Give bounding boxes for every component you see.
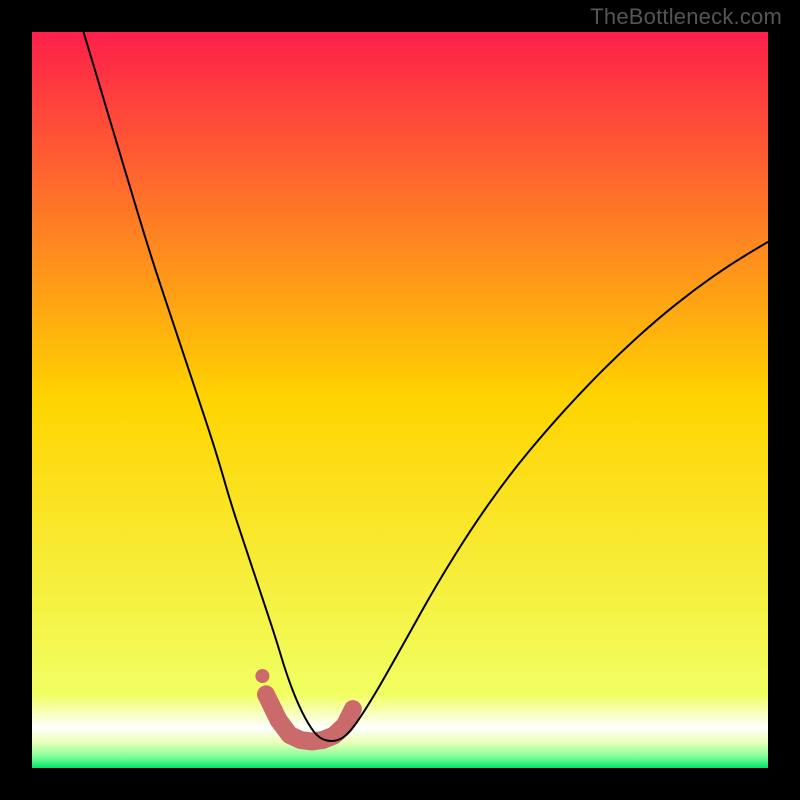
chart-frame: TheBottleneck.com — [0, 0, 800, 800]
optimal-region-dot — [255, 669, 269, 683]
plot-area — [32, 32, 768, 768]
watermark-text: TheBottleneck.com — [590, 4, 782, 30]
bottleneck-chart — [32, 32, 768, 768]
